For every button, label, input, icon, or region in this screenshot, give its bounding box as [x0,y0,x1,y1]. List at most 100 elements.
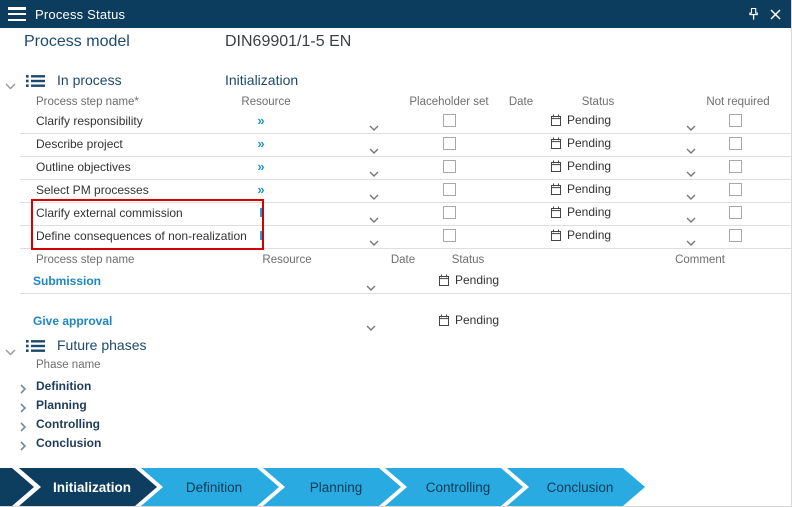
not-required-checkbox[interactable] [729,183,742,196]
resource-link[interactable]: » [246,136,276,151]
calendar-icon [551,160,561,172]
collapse-chevron-icon[interactable] [5,77,17,90]
window-title: Process Status [35,6,126,22]
collapse-chevron-icon[interactable] [5,343,17,356]
not-required-checkbox[interactable] [729,137,742,150]
not-required-checkbox[interactable] [729,206,742,219]
table-row: Select PM processes » Pending [20,179,791,203]
status-field[interactable]: Pending [550,113,611,127]
status-value: Pending [455,313,500,327]
pin-icon[interactable] [742,3,764,25]
phase-tree-item[interactable]: Planning [0,396,400,415]
status-value: Pending [567,228,612,242]
status-value: Pending [567,159,612,173]
column-header-comment: Comment [675,254,725,266]
not-required-checkbox[interactable] [729,160,742,173]
milestone-link[interactable]: Give approval [33,314,112,328]
table-row: Clarify external commission I Pending [20,202,791,226]
table-row: Outline objectives » Pending [20,156,791,180]
process-step-name: Clarify external commission [36,206,183,220]
phase-name: Conclusion [36,436,102,450]
table-row: Submission Pending [20,270,791,296]
table-row: Clarify responsibility » Pending [20,110,791,134]
column-header-not-required: Not required [706,96,770,108]
calendar-icon [439,314,449,326]
phase-tree-item[interactable]: Controlling [0,415,400,434]
expand-chevron-icon[interactable] [20,438,27,456]
calendar-icon [551,114,561,126]
placeholder-set-checkbox[interactable] [443,137,456,150]
status-value: Pending [455,273,500,287]
not-required-checkbox[interactable] [729,114,742,127]
status-field[interactable]: Pending [550,182,611,196]
list-icon [26,338,46,354]
not-required-checkbox[interactable] [729,229,742,242]
column-header-step-name: Process step name* [36,96,139,108]
resource-link[interactable]: » [246,182,276,197]
process-step-name: Select PM processes [36,183,149,197]
placeholder-set-checkbox[interactable] [443,206,456,219]
resource-dropdown-chevron-icon[interactable] [369,233,379,251]
status-field[interactable]: Pending [438,273,499,287]
status-dropdown-chevron-icon[interactable] [686,233,696,251]
status-value: Pending [567,136,612,150]
column-header-resource: Resource [241,96,291,108]
placeholder-set-checkbox[interactable] [443,183,456,196]
milestone-link[interactable]: Submission [33,274,101,288]
column-header-phase-name: Phase name [36,359,101,371]
phase-name: Definition [36,379,92,393]
status-field[interactable]: Pending [550,228,611,242]
status-value: Pending [567,113,612,127]
table-row: Describe project » Pending [20,133,791,157]
process-step-name: Define consequences of non-realization [36,229,247,243]
list-icon [26,73,46,89]
process-step-name: Describe project [36,137,123,151]
resource-link[interactable]: I [246,228,276,243]
process-model-value: DIN69901/1-5 EN [225,33,352,50]
column-header-status: Status [581,96,615,108]
phase-arrow-planning[interactable]: Planning [263,468,401,506]
phase-name: Planning [36,398,87,412]
column-header-placeholder-set: Placeholder set [409,96,489,108]
title-bar: Process Status [0,0,791,28]
resource-dropdown-chevron-icon[interactable] [366,318,376,336]
table-row: Define consequences of non-realization I… [20,225,791,251]
phase-arrow-controlling[interactable]: Controlling [385,468,523,506]
calendar-icon [551,229,561,241]
resource-link[interactable]: » [246,113,276,128]
resource-dropdown-chevron-icon[interactable] [366,278,376,296]
table-row: Give approval Pending [20,310,791,336]
column-header-resource: Resource [262,254,312,266]
phase-name: Controlling [36,417,100,431]
column-header-date: Date [508,96,534,108]
phase-tree-item[interactable]: Conclusion [0,434,400,453]
menu-icon[interactable] [8,7,26,21]
calendar-icon [439,274,449,286]
section-title-in-process: In process [57,72,122,88]
column-header-status: Status [451,254,485,266]
calendar-icon [551,183,561,195]
placeholder-set-checkbox[interactable] [443,229,456,242]
column-header-date: Date [390,254,416,266]
placeholder-set-checkbox[interactable] [443,160,456,173]
phase-arrow-definition[interactable]: Definition [141,468,279,506]
current-phase-name: Initialization [225,72,299,88]
status-field[interactable]: Pending [550,136,611,150]
phase-progress-bar: Initialization Definition Planning Contr… [0,468,791,506]
placeholder-set-checkbox[interactable] [443,114,456,127]
process-status-window: Process Status Process model DIN69901/1-… [0,0,792,507]
process-step-name: Clarify responsibility [36,114,143,128]
section-title-future-phases: Future phases [57,337,147,353]
status-field[interactable]: Pending [550,159,611,173]
status-value: Pending [567,205,612,219]
close-icon[interactable] [764,3,786,25]
process-step-name: Outline objectives [36,160,131,174]
status-field[interactable]: Pending [438,313,499,327]
resource-link[interactable]: » [246,159,276,174]
phase-arrow-conclusion[interactable]: Conclusion [507,468,645,506]
resource-link[interactable]: I [246,205,276,220]
calendar-icon [551,137,561,149]
phase-tree-item[interactable]: Definition [0,377,400,396]
status-field[interactable]: Pending [550,205,611,219]
phase-arrow-initialization[interactable]: Initialization [19,468,157,506]
